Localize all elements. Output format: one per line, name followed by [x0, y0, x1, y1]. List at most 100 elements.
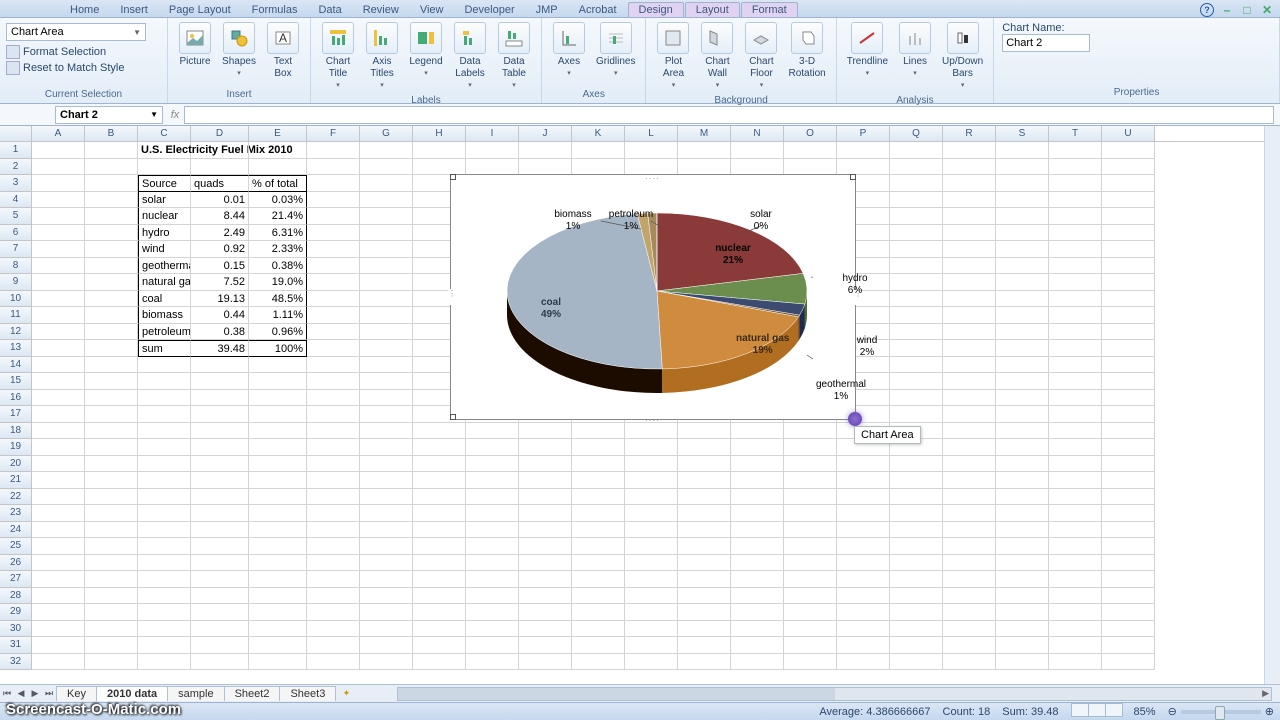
cell[interactable] [1049, 291, 1102, 308]
pie-chart[interactable] [501, 203, 813, 393]
chart-element-selector[interactable]: Chart Area▼ [6, 23, 146, 41]
cell[interactable] [249, 555, 307, 572]
column-header[interactable]: J [519, 126, 572, 141]
cell[interactable] [572, 439, 625, 456]
resize-handle[interactable]: ⋮ [854, 289, 858, 305]
cell[interactable] [466, 637, 519, 654]
row-header[interactable]: 10 [0, 291, 32, 308]
cell[interactable] [413, 621, 466, 638]
tab-design[interactable]: Design [628, 2, 684, 17]
cell[interactable] [837, 571, 890, 588]
column-header[interactable]: H [413, 126, 466, 141]
cell[interactable] [360, 208, 413, 225]
row-header[interactable]: 32 [0, 654, 32, 671]
cell[interactable] [519, 522, 572, 539]
cell[interactable] [996, 258, 1049, 275]
cell[interactable] [784, 637, 837, 654]
cell[interactable] [519, 439, 572, 456]
cell[interactable] [85, 192, 138, 209]
cell[interactable] [625, 654, 678, 671]
cell[interactable]: biomass [138, 307, 191, 324]
cell[interactable]: 19.0% [249, 274, 307, 291]
cell[interactable] [138, 472, 191, 489]
cell[interactable] [85, 175, 138, 192]
row-header[interactable]: 22 [0, 489, 32, 506]
resize-handle[interactable] [450, 414, 456, 420]
cell[interactable] [1102, 505, 1155, 522]
cell[interactable] [138, 489, 191, 506]
cell[interactable] [360, 324, 413, 341]
cell[interactable] [784, 604, 837, 621]
cell[interactable] [32, 472, 85, 489]
cell[interactable] [138, 439, 191, 456]
cell[interactable] [890, 192, 943, 209]
cell[interactable] [519, 538, 572, 555]
cell[interactable] [678, 621, 731, 638]
cell[interactable] [784, 159, 837, 176]
cell[interactable] [360, 274, 413, 291]
cell[interactable] [413, 588, 466, 605]
cell[interactable] [360, 142, 413, 159]
cell[interactable] [943, 555, 996, 572]
cell[interactable] [1102, 604, 1155, 621]
cell[interactable] [32, 390, 85, 407]
vertical-scrollbar[interactable] [1264, 126, 1280, 684]
cell[interactable] [572, 571, 625, 588]
chart-object[interactable]: ···· ···· ⋮ ⋮ solar0%nuclear21%hydro6%wi… [450, 174, 856, 420]
cell[interactable] [890, 522, 943, 539]
sheet-tab[interactable]: Key [56, 686, 97, 701]
cell[interactable]: solar [138, 192, 191, 209]
cell[interactable] [85, 489, 138, 506]
cell[interactable] [572, 159, 625, 176]
cell[interactable] [191, 588, 249, 605]
axis-titles-button[interactable]: Axis Titles▾ [361, 20, 403, 94]
cell[interactable] [890, 291, 943, 308]
cell[interactable] [996, 324, 1049, 341]
row-header[interactable]: 21 [0, 472, 32, 489]
cell[interactable] [837, 621, 890, 638]
cell[interactable] [943, 340, 996, 357]
cell[interactable] [572, 456, 625, 473]
cell[interactable] [466, 142, 519, 159]
cell[interactable] [1102, 489, 1155, 506]
rotation-button[interactable]: 3-D Rotation [784, 20, 829, 82]
cell[interactable] [413, 159, 466, 176]
cell[interactable] [249, 357, 307, 374]
new-sheet-button[interactable]: ✦ [335, 688, 357, 699]
cell[interactable] [191, 654, 249, 671]
column-header[interactable]: S [996, 126, 1049, 141]
trendline-button[interactable]: Trendline▾ [843, 20, 892, 82]
cell[interactable] [784, 439, 837, 456]
column-header[interactable]: T [1049, 126, 1102, 141]
column-header[interactable]: K [572, 126, 625, 141]
cell[interactable] [32, 241, 85, 258]
sheet-tab[interactable]: 2010 data [96, 686, 168, 701]
cell[interactable] [731, 159, 784, 176]
cell[interactable] [191, 538, 249, 555]
cell[interactable] [996, 538, 1049, 555]
cell[interactable] [360, 241, 413, 258]
cell[interactable] [519, 423, 572, 440]
cell[interactable]: 1.11% [249, 307, 307, 324]
cell[interactable] [678, 159, 731, 176]
cell[interactable]: sum [138, 340, 191, 357]
cell[interactable] [731, 654, 784, 671]
cell[interactable] [191, 439, 249, 456]
cell[interactable] [625, 142, 678, 159]
column-header[interactable]: O [784, 126, 837, 141]
tab-insert[interactable]: Insert [110, 3, 158, 17]
cell[interactable] [625, 604, 678, 621]
cell[interactable] [890, 175, 943, 192]
cell[interactable] [413, 489, 466, 506]
tab-developer[interactable]: Developer [454, 3, 524, 17]
cell[interactable] [360, 654, 413, 671]
row-header[interactable]: 15 [0, 373, 32, 390]
formula-input[interactable] [184, 106, 1274, 124]
cell[interactable] [996, 555, 1049, 572]
cell[interactable] [890, 274, 943, 291]
cell[interactable] [1049, 258, 1102, 275]
cell[interactable] [360, 340, 413, 357]
textbox-button[interactable]: AText Box [262, 20, 304, 82]
cell[interactable] [85, 159, 138, 176]
cell[interactable] [625, 439, 678, 456]
